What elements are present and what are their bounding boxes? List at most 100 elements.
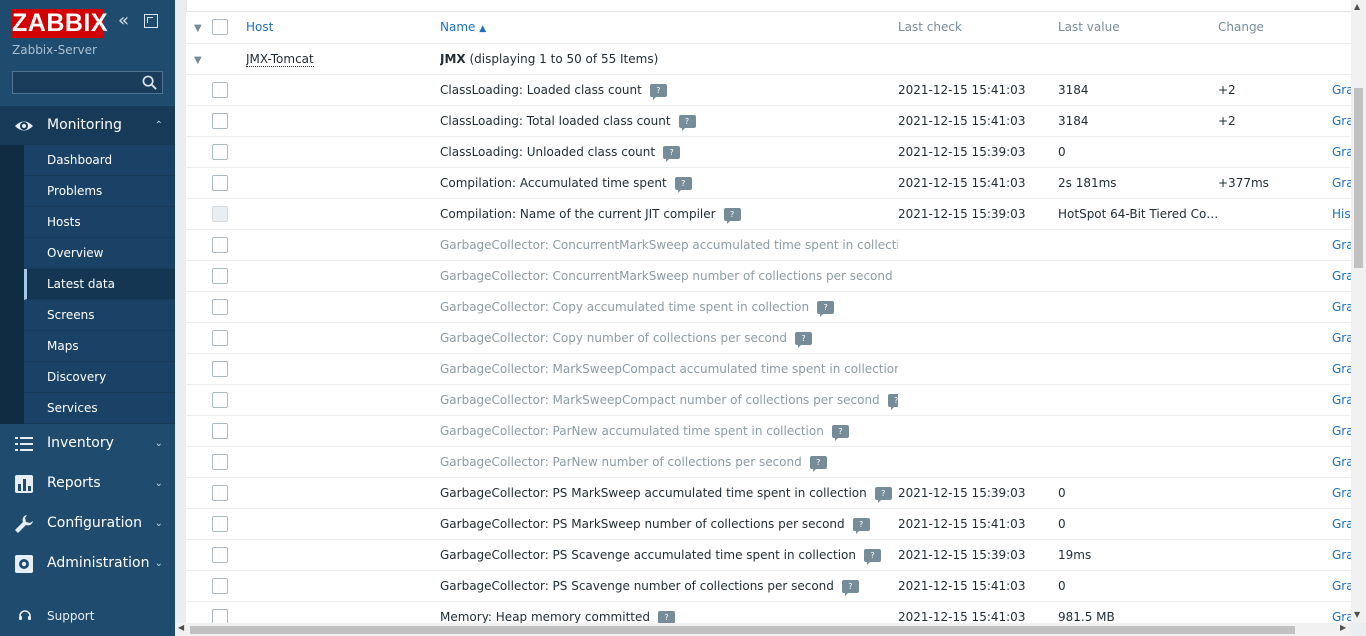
row-checkbox[interactable]: [212, 267, 228, 284]
item-name: ClassLoading: Total loaded class count: [440, 113, 671, 128]
item-description-icon[interactable]: ?: [874, 486, 892, 503]
item-description-icon[interactable]: ?: [663, 145, 681, 162]
item-description-icon[interactable]: ?: [674, 176, 692, 193]
item-last-value: 2s 181ms: [1058, 167, 1218, 199]
item-change: [1218, 384, 1332, 416]
submenu-item-services[interactable]: Services: [24, 393, 175, 424]
search-input[interactable]: [13, 72, 138, 93]
application-item-count: (displaying 1 to 50 of 55 Items): [469, 51, 659, 66]
item-change: [1218, 477, 1332, 509]
table-row: ClassLoading: Unloaded class count? 2021-…: [186, 136, 1355, 168]
row-checkbox[interactable]: [212, 143, 228, 160]
item-description-icon[interactable]: ?: [658, 610, 675, 623]
menu-inventory-label: Inventory: [47, 435, 114, 451]
row-checkbox[interactable]: [212, 608, 228, 623]
item-description-icon[interactable]: ?: [723, 207, 741, 224]
column-header-name[interactable]: Name ▲: [440, 12, 898, 44]
submenu-item-dashboard[interactable]: Dashboard: [24, 145, 175, 176]
item-description-icon[interactable]: ?: [831, 424, 849, 441]
menu-inventory[interactable]: Inventory ⌄: [0, 424, 175, 464]
submenu-item-overview[interactable]: Overview: [24, 238, 175, 269]
row-checkbox[interactable]: [212, 174, 228, 191]
vertical-scroll-thumb[interactable]: [1354, 88, 1363, 268]
collapse-sidebar-icon[interactable]: «: [118, 12, 136, 31]
row-checkbox[interactable]: [212, 391, 228, 408]
row-checkbox[interactable]: [212, 577, 228, 594]
menu-monitoring[interactable]: Monitoring ⌃: [0, 106, 175, 146]
row-checkbox[interactable]: [212, 484, 228, 501]
table-row: GarbageCollector: PS MarkSweep accumulat…: [186, 477, 1355, 509]
table-row: GarbageCollector: ParNew accumulated tim…: [186, 415, 1355, 447]
row-checkbox[interactable]: [212, 112, 228, 129]
item-name: GarbageCollector: PS Scavenge number of …: [440, 578, 834, 593]
row-checkbox[interactable]: [212, 81, 228, 98]
item-last-value: 981.5 MB: [1058, 601, 1218, 623]
zabbix-logo[interactable]: ZABBIX: [12, 9, 108, 38]
submenu-item-problems[interactable]: Problems: [24, 176, 175, 207]
scroll-up-icon[interactable]: ▲: [1354, 2, 1360, 11]
item-description-icon[interactable]: ?: [852, 517, 870, 534]
item-change: [1218, 353, 1332, 385]
item-change: [1218, 601, 1332, 623]
row-checkbox[interactable]: [212, 298, 228, 315]
item-last-check: 2021-12-15 15:39:03: [898, 198, 1058, 230]
item-description-icon[interactable]: ?: [817, 300, 835, 317]
application-group-row: ▼ JMX-Tomcat JMX (displaying 1 to 50 of …: [186, 43, 1355, 75]
row-checkbox[interactable]: [212, 515, 228, 532]
column-header-last-check: Last check: [898, 12, 1058, 44]
row-checkbox[interactable]: [212, 236, 228, 253]
headset-icon: [19, 610, 31, 620]
menu-configuration[interactable]: Configuration ⌄: [0, 504, 175, 544]
item-last-check: [898, 415, 1058, 447]
item-description-icon[interactable]: ?: [841, 579, 859, 596]
item-description-icon[interactable]: ?: [649, 83, 667, 100]
item-last-check: 2021-12-15 15:41:03: [898, 74, 1058, 106]
row-checkbox[interactable]: [212, 453, 228, 470]
row-checkbox[interactable]: [212, 422, 228, 439]
menu-support[interactable]: Support: [0, 598, 175, 634]
submenu-item-discovery[interactable]: Discovery: [24, 362, 175, 393]
menu-support-label: Support: [47, 609, 95, 623]
item-description-icon[interactable]: ?: [863, 548, 881, 565]
horizontal-scrollbar[interactable]: ◀ ▶: [175, 623, 1351, 636]
item-name: GarbageCollector: PS Scavenge accumulate…: [440, 547, 856, 562]
item-last-value: 0: [1058, 136, 1218, 168]
item-last-value: 19ms: [1058, 539, 1218, 571]
vertical-scrollbar[interactable]: ▲ ▼: [1351, 0, 1366, 623]
row-checkbox[interactable]: [212, 329, 228, 346]
collapse-all-icon[interactable]: ▼: [186, 23, 202, 34]
table-row: GarbageCollector: ConcurrentMarkSweep ac…: [186, 229, 1355, 261]
row-checkbox: [212, 205, 228, 222]
table-row: GarbageCollector: PS Scavenge number of …: [186, 570, 1355, 602]
table-row: GarbageCollector: MarkSweepCompact numbe…: [186, 384, 1355, 416]
item-description-icon[interactable]: ?: [887, 393, 898, 410]
horizontal-scroll-thumb[interactable]: [190, 626, 1295, 634]
select-all-checkbox[interactable]: [212, 19, 228, 36]
search-icon[interactable]: [142, 75, 157, 90]
row-checkbox[interactable]: [212, 360, 228, 377]
submenu-item-maps[interactable]: Maps: [24, 331, 175, 362]
item-description-icon[interactable]: ?: [678, 114, 696, 131]
kiosk-mode-icon[interactable]: [144, 14, 158, 28]
item-description-icon[interactable]: ?: [795, 331, 813, 348]
submenu-item-screens[interactable]: Screens: [24, 300, 175, 331]
table-row: ClassLoading: Loaded class count? 2021-12…: [186, 74, 1355, 106]
table-row: ClassLoading: Total loaded class count? 2…: [186, 105, 1355, 137]
host-link[interactable]: JMX-Tomcat: [246, 51, 314, 67]
item-last-value: [1058, 415, 1218, 447]
menu-reports[interactable]: Reports ⌄: [0, 464, 175, 504]
item-last-value: [1058, 353, 1218, 385]
scroll-left-icon[interactable]: ◀: [178, 623, 184, 632]
item-last-check: [898, 291, 1058, 323]
chevron-down-icon: ⌄: [154, 478, 163, 489]
scroll-right-icon[interactable]: ▶: [1340, 623, 1346, 632]
menu-administration[interactable]: Administration ⌄: [0, 544, 175, 584]
column-header-host[interactable]: Host: [246, 12, 440, 44]
submenu-item-latest-data[interactable]: Latest data: [24, 269, 175, 300]
collapse-group-icon[interactable]: ▼: [186, 55, 202, 66]
row-checkbox[interactable]: [212, 546, 228, 563]
item-description-icon[interactable]: ?: [809, 455, 827, 472]
scroll-down-icon[interactable]: ▼: [1354, 610, 1360, 619]
list-icon: [15, 437, 33, 451]
submenu-item-hosts[interactable]: Hosts: [24, 207, 175, 238]
